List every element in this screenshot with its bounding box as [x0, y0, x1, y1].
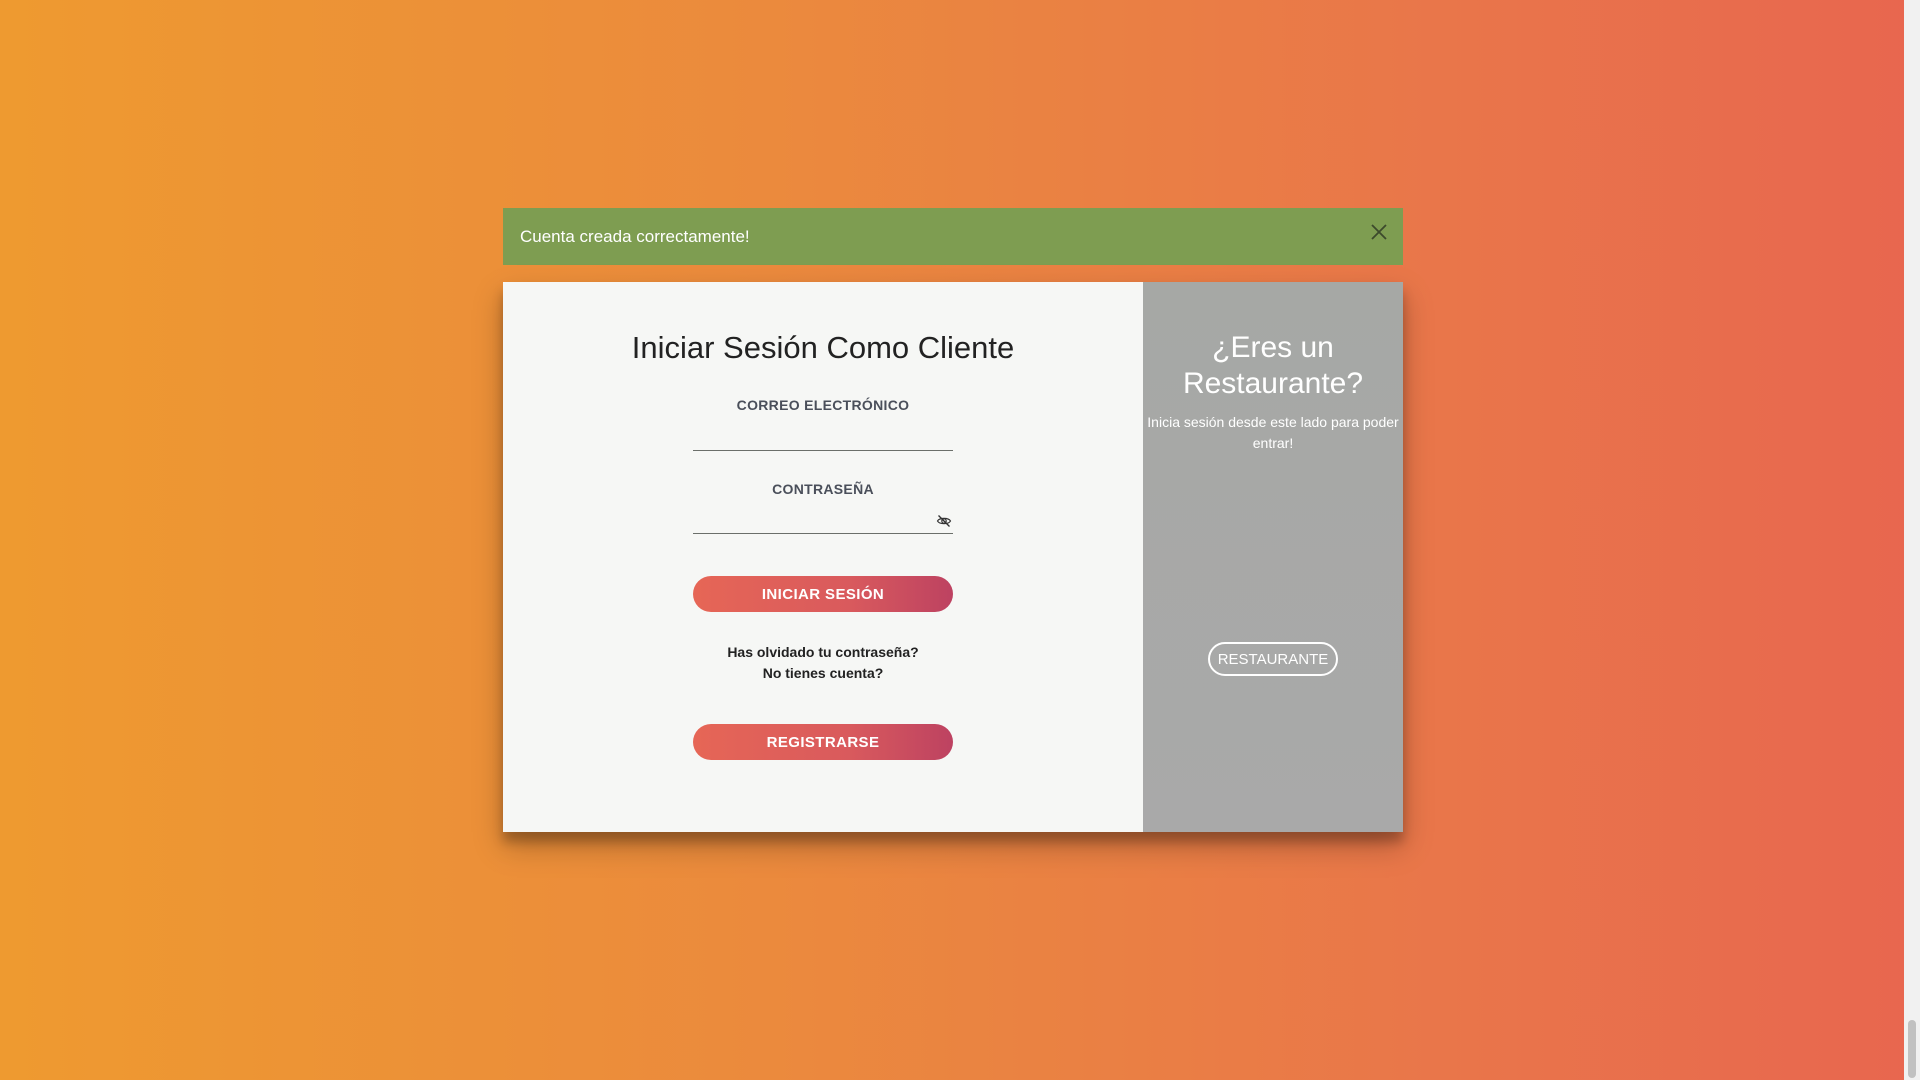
close-icon[interactable]: [1367, 220, 1391, 244]
password-field[interactable]: [693, 508, 953, 534]
page-title: Iniciar Sesión Como Cliente: [631, 330, 1015, 365]
email-field[interactable]: [693, 425, 953, 451]
alert-message: Cuenta creada correctamente!: [520, 226, 750, 246]
forgot-password-link[interactable]: Has olvidado tu contraseña?: [503, 644, 1143, 660]
password-label: CONTRASEÑA: [772, 481, 874, 497]
scrollbar[interactable]: [1904, 0, 1920, 1080]
eye-slash-icon[interactable]: [936, 513, 952, 529]
scrollbar-thumb[interactable]: [1908, 1020, 1916, 1078]
restaurant-title: ¿Eres un Restaurante?: [1182, 331, 1364, 400]
no-account-text: No tienes cuenta?: [762, 665, 884, 681]
email-label: CORREO ELECTRÓNICO: [736, 397, 910, 413]
client-login-panel: Iniciar Sesión Como Cliente CORREO ELECT…: [503, 282, 1143, 832]
restaurant-button[interactable]: RESTAURANTE: [1208, 642, 1338, 676]
login-card: Iniciar Sesión Como Cliente CORREO ELECT…: [503, 282, 1403, 832]
success-alert: Cuenta creada correctamente!: [503, 208, 1403, 265]
login-button[interactable]: INICIAR SESIÓN: [693, 576, 953, 612]
page-background: { "alert": { "message": "Cuenta creada c…: [0, 0, 1920, 1080]
restaurant-subtitle: Inicia sesión desde este lado para poder…: [1147, 414, 1399, 451]
register-button[interactable]: REGISTRARSE: [693, 724, 953, 760]
restaurant-panel: ¿Eres un Restaurante? Inicia sesión desd…: [1143, 282, 1403, 832]
